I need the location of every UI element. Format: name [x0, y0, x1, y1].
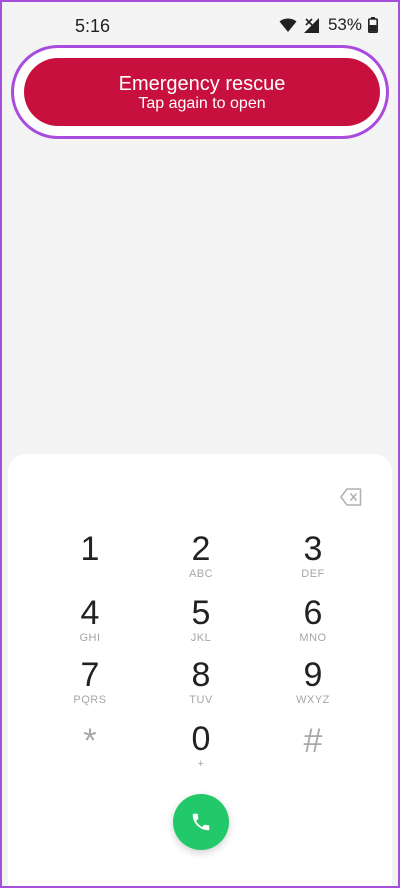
wifi-icon [279, 18, 297, 32]
dial-key-letters: PQRS [73, 694, 107, 706]
dial-key-5[interactable]: 5 JKL [151, 594, 251, 650]
dial-key-hash[interactable]: # [263, 722, 363, 778]
status-time: 5:16 [75, 16, 111, 36]
dial-key-digit: # [303, 722, 323, 760]
battery-percentage: 53% [327, 15, 362, 34]
dial-key-2[interactable]: 2 ABC [151, 530, 251, 586]
emergency-rescue-button[interactable]: Emergency rescue Tap again to open [24, 58, 380, 126]
dial-key-letters: ABC [188, 568, 214, 580]
dial-key-digit: 0 [191, 720, 211, 758]
dial-key-3[interactable]: 3 DEF [263, 530, 363, 586]
dial-key-letters: JKL [190, 632, 212, 644]
dial-key-digit: 2 [191, 530, 211, 568]
no-signal-icon [303, 17, 319, 33]
dial-key-digit: * [83, 722, 97, 760]
dial-key-letters: WXYZ [296, 694, 330, 706]
dial-key-star[interactable]: * [40, 722, 140, 778]
battery-icon [368, 17, 378, 33]
dial-key-7[interactable]: 7 PQRS [40, 656, 140, 712]
dial-key-digit: 3 [303, 530, 323, 568]
dial-key-digit: 9 [303, 656, 323, 694]
dial-key-1[interactable]: 1 [40, 530, 140, 586]
dial-key-digit: 8 [191, 656, 211, 694]
emergency-rescue-title: Emergency rescue [118, 73, 286, 95]
dial-key-digit: 1 [80, 530, 100, 568]
dial-key-6[interactable]: 6 MNO [263, 594, 363, 650]
dial-key-letters: MNO [299, 632, 327, 644]
dial-key-digit: 6 [303, 594, 323, 632]
dial-key-digit: 5 [191, 594, 211, 632]
dial-key-8[interactable]: 8 TUV [151, 656, 251, 712]
dial-key-letters: GHI [79, 632, 101, 644]
phone-screen: 5:16 53% Emergency rescue Tap again to o… [0, 0, 400, 888]
dial-key-4[interactable]: 4 GHI [40, 594, 140, 650]
dial-key-digit: 7 [80, 656, 100, 694]
dialpad-panel: 1 2 ABC 3 DEF 4 GHI 5 JKL 6 MNO 7 PQRS 8… [8, 454, 392, 886]
phone-icon [192, 813, 210, 831]
emergency-rescue-subtitle: Tap again to open [138, 95, 266, 112]
dial-key-9[interactable]: 9 WXYZ [263, 656, 363, 712]
status-icons: 53% [279, 15, 378, 35]
dial-key-letters: DEF [301, 568, 325, 580]
call-button[interactable] [173, 794, 229, 850]
dial-key-digit: 4 [80, 594, 100, 632]
dial-key-0[interactable]: 0 + [151, 720, 251, 776]
status-bar: 5:16 53% [2, 2, 398, 48]
backspace-icon[interactable] [340, 488, 362, 506]
dial-key-letters: TUV [189, 694, 213, 706]
dial-key-letters: + [197, 758, 205, 770]
